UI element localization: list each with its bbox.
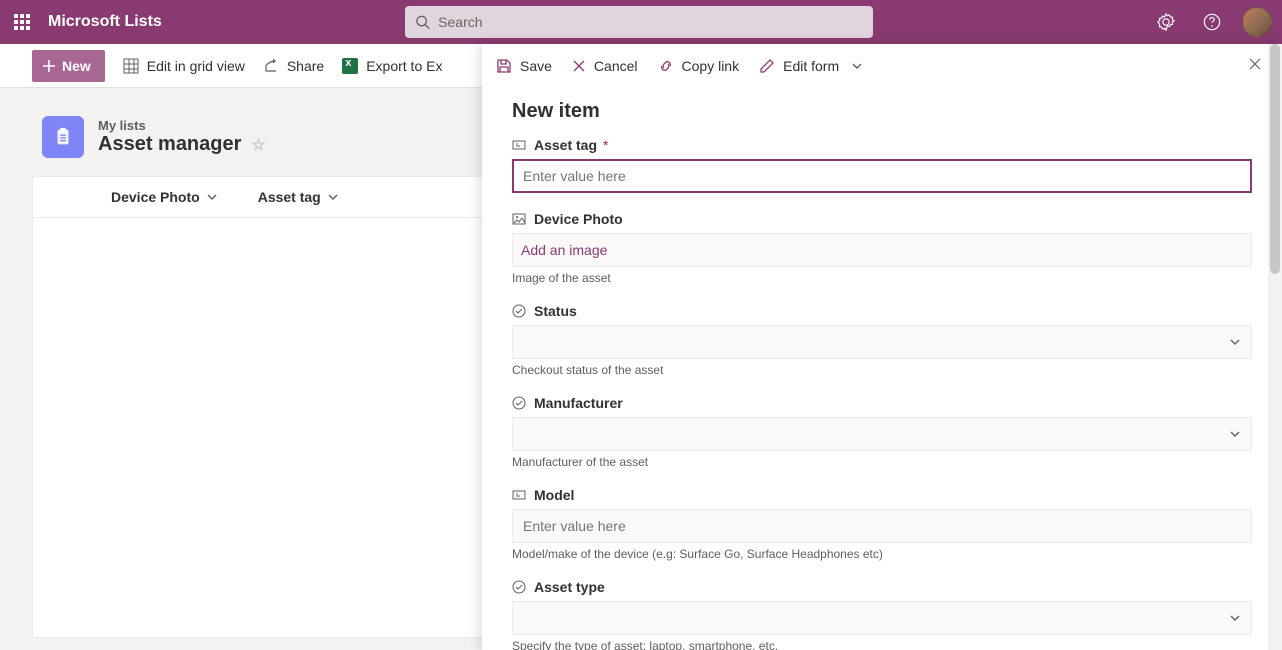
clipboard-icon xyxy=(52,126,74,148)
edit-in-grid-label: Edit in grid view xyxy=(147,58,245,74)
plus-icon xyxy=(42,59,56,73)
export-label: Export to Ex xyxy=(366,58,442,74)
chevron-down-icon xyxy=(851,60,863,72)
field-asset-tag: Asset tag * xyxy=(512,137,1252,193)
choice-field-icon xyxy=(512,304,526,318)
edit-form-label: Edit form xyxy=(783,58,839,74)
field-status: Status Checkout status of the asset xyxy=(512,303,1252,377)
save-label: Save xyxy=(520,58,552,74)
add-image-button[interactable]: Add an image xyxy=(512,233,1252,267)
search-box[interactable] xyxy=(405,6,873,38)
model-input[interactable] xyxy=(512,509,1252,543)
favorite-star-icon[interactable]: ☆ xyxy=(251,135,265,155)
breadcrumb[interactable]: My lists xyxy=(98,118,266,133)
chevron-down-icon xyxy=(327,191,339,203)
edit-in-grid-button[interactable]: Edit in grid view xyxy=(123,58,245,74)
list-title-text: Asset manager xyxy=(98,133,241,156)
choice-field-icon xyxy=(512,396,526,410)
panel-toolbar: Save Cancel Copy link Edit form xyxy=(482,44,1282,88)
column-label: Asset tag xyxy=(258,189,321,205)
close-icon xyxy=(1248,57,1262,71)
field-label-text: Device Photo xyxy=(534,211,623,227)
text-field-icon xyxy=(512,138,526,152)
help-button[interactable] xyxy=(1196,6,1228,38)
close-panel-button[interactable] xyxy=(1248,57,1262,76)
asset-tag-input[interactable] xyxy=(512,159,1252,193)
field-label-text: Manufacturer xyxy=(534,395,623,411)
required-indicator: * xyxy=(603,137,608,153)
suite-bar: Microsoft Lists xyxy=(0,0,1282,44)
chevron-down-icon xyxy=(1229,612,1241,624)
link-icon xyxy=(658,58,674,74)
column-asset-tag[interactable]: Asset tag xyxy=(238,189,359,205)
search-input[interactable] xyxy=(438,14,863,30)
edit-form-button[interactable]: Edit form xyxy=(759,58,863,74)
manufacturer-dropdown[interactable] xyxy=(512,417,1252,451)
field-manufacturer: Manufacturer Manufacturer of the asset xyxy=(512,395,1252,469)
settings-button[interactable] xyxy=(1150,6,1182,38)
pencil-icon xyxy=(759,58,775,74)
field-help: Checkout status of the asset xyxy=(512,363,1252,377)
close-icon xyxy=(572,59,586,73)
asset-type-dropdown[interactable] xyxy=(512,601,1252,635)
copy-link-button[interactable]: Copy link xyxy=(658,58,740,74)
field-label-text: Asset tag xyxy=(534,137,597,153)
share-label: Share xyxy=(287,58,324,74)
scrollbar-thumb[interactable] xyxy=(1270,44,1280,274)
new-button-label: New xyxy=(62,58,91,74)
export-button[interactable]: Export to Ex xyxy=(342,58,442,74)
excel-icon xyxy=(342,58,358,74)
panel-title: New item xyxy=(512,100,1252,123)
field-label-text: Status xyxy=(534,303,577,319)
share-button[interactable]: Share xyxy=(263,58,324,74)
field-help: Image of the asset xyxy=(512,271,1252,285)
cancel-label: Cancel xyxy=(594,58,638,74)
app-name: Microsoft Lists xyxy=(48,13,162,31)
column-device-photo[interactable]: Device Photo xyxy=(91,189,238,205)
image-field-icon xyxy=(512,212,526,226)
new-item-panel: Save Cancel Copy link Edit form New item… xyxy=(482,44,1282,650)
chevron-down-icon xyxy=(206,191,218,203)
field-help: Model/make of the device (e.g: Surface G… xyxy=(512,547,1252,561)
app-launcher-button[interactable] xyxy=(0,0,44,44)
field-label-text: Asset type xyxy=(534,579,605,595)
search-icon xyxy=(415,14,430,30)
page-scrollbar[interactable] xyxy=(1268,44,1282,650)
text-field-icon xyxy=(512,488,526,502)
field-label-text: Model xyxy=(534,487,574,503)
field-help: Specify the type of asset: laptop, smart… xyxy=(512,639,1252,650)
grid-icon xyxy=(123,58,139,74)
save-icon xyxy=(496,58,512,74)
choice-field-icon xyxy=(512,580,526,594)
copy-link-label: Copy link xyxy=(682,58,740,74)
field-asset-type: Asset type Specify the type of asset: la… xyxy=(512,579,1252,650)
chevron-down-icon xyxy=(1229,428,1241,440)
field-device-photo: Device Photo Add an image Image of the a… xyxy=(512,211,1252,285)
panel-body[interactable]: New item Asset tag * Device Photo Add an… xyxy=(482,88,1282,650)
field-help: Manufacturer of the asset xyxy=(512,455,1252,469)
field-model: Model Model/make of the device (e.g: Sur… xyxy=(512,487,1252,561)
cancel-button[interactable]: Cancel xyxy=(572,58,638,74)
gear-icon xyxy=(1157,13,1175,31)
new-button[interactable]: New xyxy=(32,50,105,82)
account-avatar[interactable] xyxy=(1242,7,1272,37)
status-dropdown[interactable] xyxy=(512,325,1252,359)
chevron-down-icon xyxy=(1229,336,1241,348)
list-title: Asset manager ☆ xyxy=(98,133,266,156)
share-icon xyxy=(263,58,279,74)
list-icon xyxy=(42,116,84,158)
help-icon xyxy=(1203,13,1221,31)
column-label: Device Photo xyxy=(111,189,200,205)
save-button[interactable]: Save xyxy=(496,58,552,74)
